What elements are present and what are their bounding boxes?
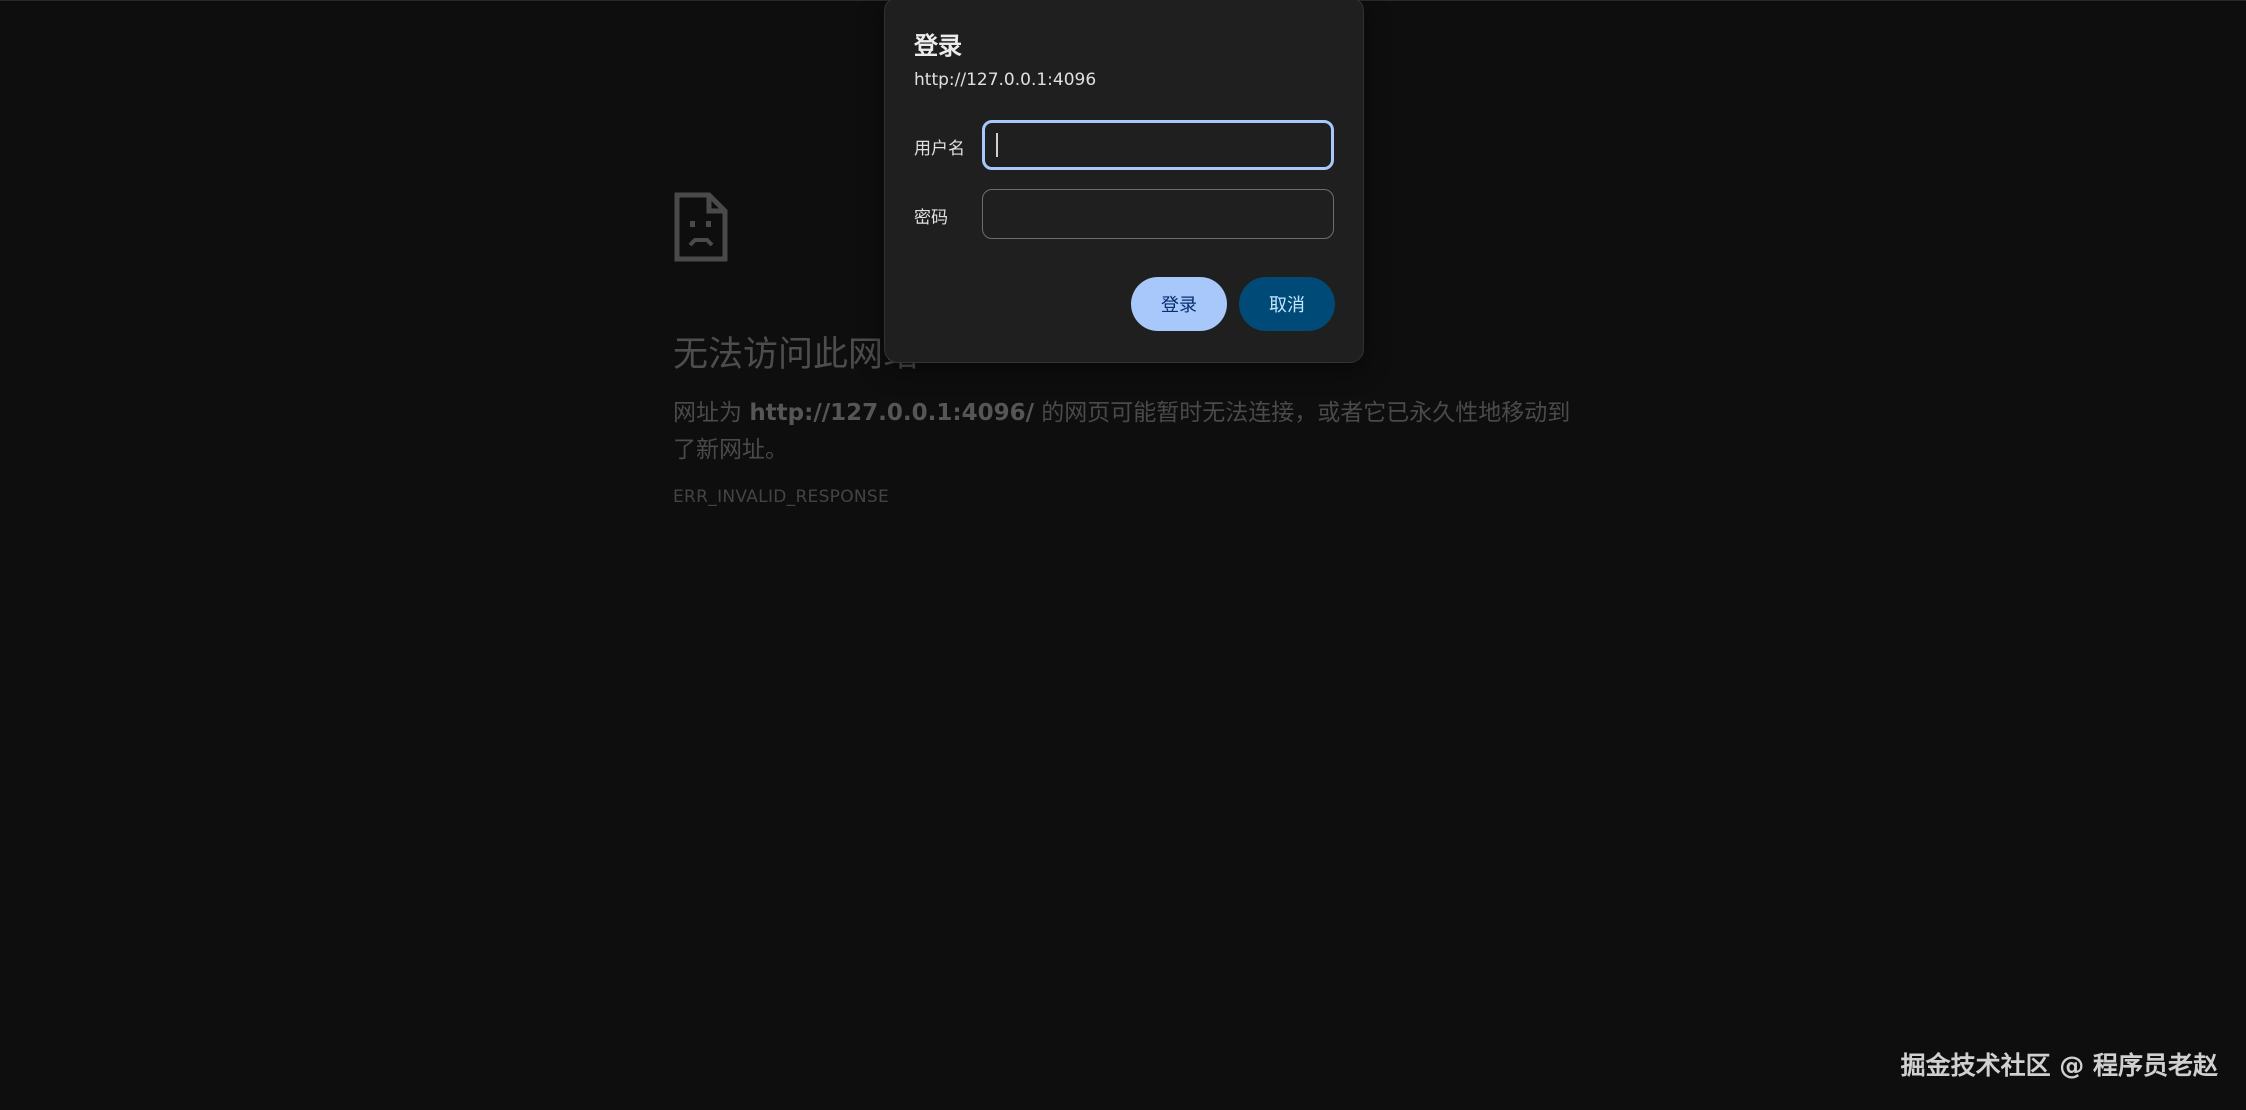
dialog-title: 登录 bbox=[914, 32, 962, 60]
error-description: 网址为 http://127.0.0.1:4096/ 的网页可能暂时无法连接，或… bbox=[673, 395, 1593, 469]
username-input[interactable] bbox=[982, 120, 1334, 170]
login-button[interactable]: 登录 bbox=[1131, 277, 1227, 331]
browser-page: 无法访问此网站 网址为 http://127.0.0.1:4096/ 的网页可能… bbox=[0, 0, 2246, 1110]
error-code: ERR_INVALID_RESPONSE bbox=[673, 487, 890, 507]
username-label: 用户名 bbox=[914, 139, 965, 159]
password-label: 密码 bbox=[914, 208, 948, 228]
error-desc-prefix: 网址为 bbox=[673, 400, 750, 426]
login-dialog: 登录 http://127.0.0.1:4096 用户名 密码 登录 取消 bbox=[884, 0, 1364, 363]
error-desc-url: http://127.0.0.1:4096/ bbox=[749, 400, 1034, 426]
watermark: 掘金技术社区 @ 程序员老赵 bbox=[1900, 1051, 2218, 1080]
cancel-button[interactable]: 取消 bbox=[1239, 277, 1335, 331]
dialog-origin: http://127.0.0.1:4096 bbox=[914, 70, 1097, 90]
text-caret bbox=[996, 133, 998, 157]
password-input[interactable] bbox=[982, 189, 1334, 239]
sad-page-icon bbox=[674, 192, 728, 262]
